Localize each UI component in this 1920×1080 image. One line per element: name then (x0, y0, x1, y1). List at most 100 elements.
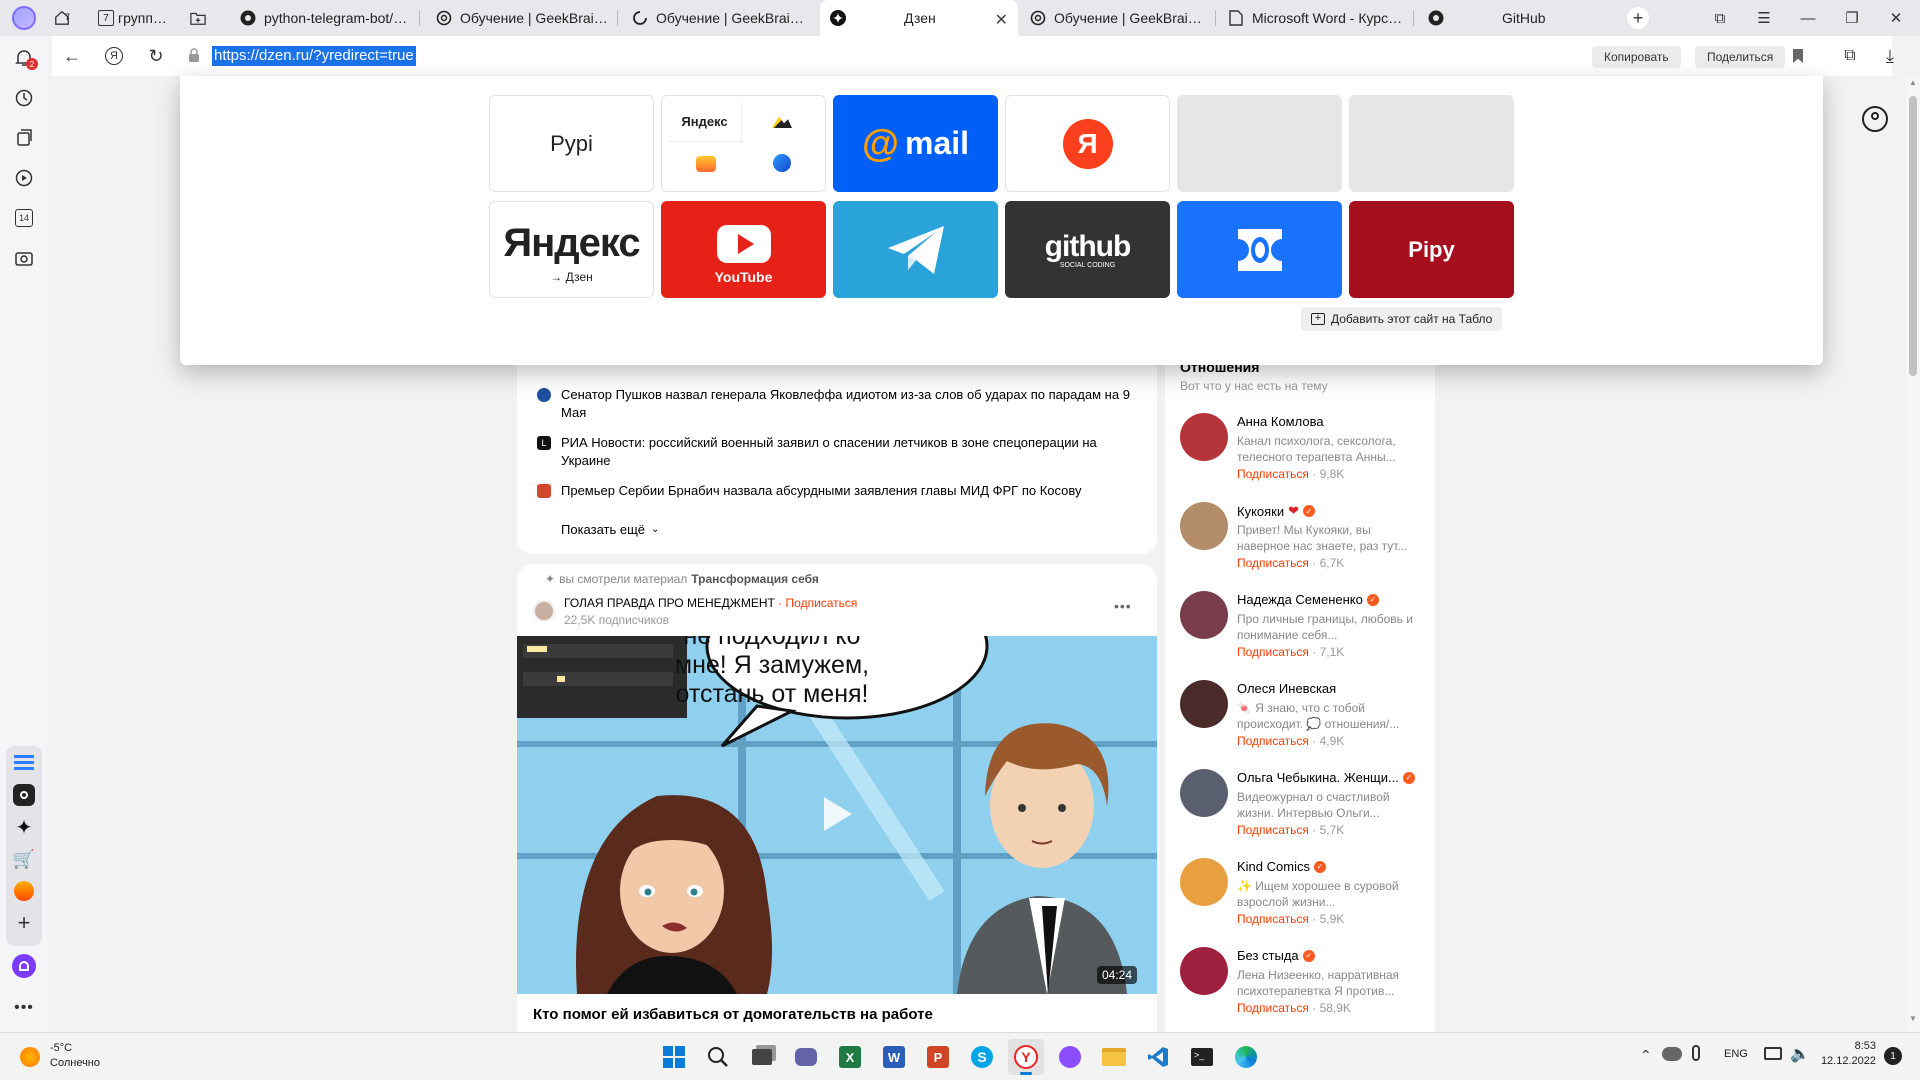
new-tab-button[interactable]: + (1620, 0, 1656, 36)
author-name[interactable]: Надежда Семененко (1237, 592, 1363, 607)
article-title[interactable]: Кто помог ей избавиться от домогательств… (533, 1006, 933, 1023)
tab-word-doc[interactable]: Microsoft Word - Курс_по (1218, 0, 1414, 36)
keyboard-language[interactable]: ENG (1724, 1048, 1748, 1060)
author-item[interactable]: Надежда Семененко ✓ Про личные границы, лю… (1180, 591, 1430, 679)
teams-chat-button[interactable] (788, 1039, 824, 1075)
video-button[interactable] (12, 166, 36, 190)
tab-geekbrains-1[interactable]: Обучение | GeekBrains - о (426, 0, 618, 36)
author-name[interactable]: Олеся Иневская (1237, 681, 1336, 696)
author-name[interactable]: Анна Комлова (1237, 414, 1324, 429)
channel-avatar[interactable] (533, 600, 555, 622)
tile-yandex-group[interactable]: Яндекс (661, 95, 826, 192)
author-item[interactable]: Kind Comics ✓ ✨ Ищем хорошее в суровой взр… (1180, 858, 1430, 946)
menu-button[interactable]: ☰ (1746, 0, 1782, 36)
screenshot-button[interactable] (12, 246, 36, 270)
close-tab-icon[interactable]: ✕ (995, 10, 1008, 30)
edge-button[interactable] (1228, 1039, 1264, 1075)
explorer-button[interactable] (1096, 1039, 1132, 1075)
vscode-button[interactable] (1140, 1039, 1176, 1075)
minimize-button[interactable]: — (1790, 0, 1826, 36)
weather-widget[interactable]: -5°C Солнечно (18, 1041, 138, 1073)
viewed-topic[interactable]: Трансформация себя (691, 572, 819, 586)
alice-button[interactable] (12, 954, 36, 978)
collections-button[interactable] (12, 126, 36, 150)
tile-mail[interactable]: @ mail (833, 95, 998, 192)
subscribe-link[interactable]: Подписаться (786, 596, 858, 610)
author-avatar[interactable] (1180, 858, 1228, 906)
tile-telegram[interactable] (833, 201, 998, 298)
tile-yandex-dzen[interactable]: Яндекс → Дзен (489, 201, 654, 298)
tab-group[interactable]: 7 группа 1 (92, 0, 176, 36)
channel-name[interactable]: ГОЛАЯ ПРАВДА ПРО МЕНЕДЖМЕНТ (564, 596, 775, 610)
subscribe-button[interactable]: Подписаться (1237, 823, 1309, 837)
subscribe-button[interactable]: Подписаться (1237, 1001, 1309, 1015)
url-text[interactable]: https://dzen.ru/?yredirect=true (212, 46, 416, 66)
tab-home[interactable]: 7 (48, 0, 88, 36)
back-button[interactable]: ← (56, 40, 88, 72)
author-item[interactable]: Кукояки ❤ ✓ Привет! Мы Кукояки, вы наверное… (1180, 502, 1430, 590)
subscribe-button[interactable]: Подписаться (1237, 645, 1309, 659)
more-options-icon[interactable]: ••• (1114, 598, 1132, 614)
play-button[interactable] (807, 786, 863, 842)
video-preview[interactable]: не подходил ко мне! Я замужем, отстань о… (517, 636, 1157, 994)
tab-new-group[interactable] (180, 0, 216, 36)
add-app-button[interactable]: + (12, 910, 36, 935)
subscribe-button[interactable]: Подписаться (1237, 467, 1309, 481)
word-button[interactable]: W (876, 1039, 912, 1075)
tabs-menu-button[interactable]: ⧉ (1702, 0, 1738, 36)
excel-button[interactable]: X (832, 1039, 868, 1075)
cloud-weather-icon[interactable] (1662, 1047, 1682, 1061)
tile-empty-2[interactable] (1349, 95, 1514, 192)
tile-empty-1[interactable] (1177, 95, 1342, 192)
author-avatar[interactable] (1180, 680, 1228, 728)
scrollbar-down-arrow[interactable]: ▼ (1909, 1014, 1917, 1023)
alice-taskbar-button[interactable] (1052, 1039, 1088, 1075)
reload-button[interactable]: ↻ (140, 40, 172, 72)
subscribe-button[interactable]: Подписаться (1237, 556, 1309, 570)
notification-center-button[interactable]: 1 (1884, 1047, 1902, 1065)
author-avatar[interactable] (1180, 591, 1228, 639)
address-field[interactable]: https://dzen.ru/?yredirect=true (182, 40, 1802, 72)
display-icon[interactable] (1764, 1047, 1782, 1060)
author-name[interactable]: Без стыда (1237, 948, 1299, 963)
app-star[interactable]: ✦ (12, 815, 36, 839)
subscribe-button[interactable]: Подписаться (1237, 912, 1309, 926)
tile-pypi[interactable]: Pypi (489, 95, 654, 192)
tile-youtube[interactable]: YouTube (661, 201, 826, 298)
volume-icon[interactable]: 🔈 (1790, 1044, 1810, 1064)
show-hidden-icons[interactable]: ⌃ (1640, 1047, 1652, 1064)
page-scrollbar[interactable]: ▲ ▼ (1906, 76, 1920, 1032)
microphone-icon[interactable] (1692, 1045, 1700, 1061)
search-button[interactable] (700, 1039, 736, 1075)
add-site-button[interactable]: + Добавить этот сайт на Табло (1301, 307, 1503, 331)
terminal-button[interactable]: >_ (1184, 1039, 1220, 1075)
subscribe-button[interactable]: Подписаться (1237, 734, 1309, 748)
bookmark-button[interactable] (1782, 40, 1814, 72)
history-button[interactable] (12, 86, 36, 110)
close-window-button[interactable]: ✕ (1878, 0, 1914, 36)
author-item[interactable]: Без стыда ✓ Лена Низеенко, нарративная пси… (1180, 947, 1430, 1035)
app-notes[interactable] (12, 751, 36, 775)
author-avatar[interactable] (1180, 502, 1228, 550)
app-mail[interactable] (12, 879, 36, 903)
author-avatar[interactable] (1180, 769, 1228, 817)
start-button[interactable] (656, 1039, 692, 1075)
tile-pipy[interactable]: Pipy (1349, 201, 1514, 298)
more-button[interactable]: ••• (12, 996, 36, 1020)
app-alice[interactable] (12, 783, 36, 807)
tab-python-telegram-bot[interactable]: python-telegram-bot/conv (230, 0, 420, 36)
author-name[interactable]: Kind Comics (1237, 859, 1310, 874)
author-item[interactable]: Олеся Иневская 🍬 Я знаю, что с тобой прои… (1180, 680, 1430, 768)
author-name[interactable]: Ольга Чебыкина. Женщи... (1237, 770, 1399, 785)
author-item[interactable]: Ольга Чебыкина. Женщи... ✓ Видеожурнал о с… (1180, 769, 1430, 857)
yandex-button[interactable]: Я (98, 40, 130, 72)
author-avatar[interactable] (1180, 413, 1228, 461)
downloads-button[interactable]: ⤓ (1874, 40, 1906, 72)
task-view-button[interactable] (744, 1039, 780, 1075)
news-item[interactable]: L РИА Новости: российский военный заявил… (537, 434, 1137, 470)
tab-dzen[interactable]: Дзен ✕ (820, 0, 1018, 36)
author-item[interactable]: Анна Комлова Канал психолога, сексолога, … (1180, 413, 1430, 501)
author-name[interactable]: Кукояки (1237, 504, 1284, 519)
app-market[interactable]: 🛒 (12, 847, 36, 871)
author-avatar[interactable] (1180, 947, 1228, 995)
